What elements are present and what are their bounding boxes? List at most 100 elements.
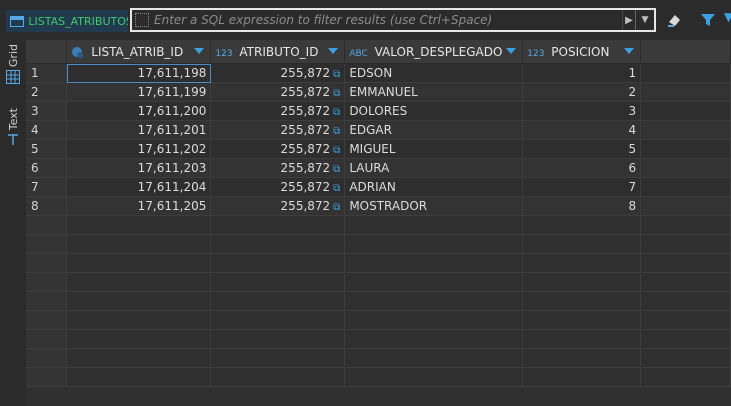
cell-valor-desplegado[interactable]: EDSON (344, 63, 524, 83)
empty-cell (210, 348, 346, 368)
cell-posicion[interactable]: 6 (522, 158, 642, 178)
empty-cell (344, 367, 524, 387)
cell-lista-atrib-id[interactable]: 17,611,200 (66, 101, 212, 121)
eraser-icon[interactable] (666, 12, 682, 28)
cell-valor-desplegado[interactable]: LAURA (344, 158, 524, 178)
more-arrow-icon[interactable]: ▼ (724, 10, 731, 24)
funnel-icon[interactable] (700, 12, 716, 28)
cell-valor-desplegado[interactable]: MIGUEL (344, 139, 524, 159)
cell-lista-atrib-id[interactable]: 17,611,199 (66, 82, 212, 102)
grid-label: Grid (6, 44, 20, 68)
cell-posicion[interactable]: 2 (522, 82, 642, 102)
row-number[interactable]: 6 (26, 158, 68, 178)
table-row[interactable]: 7 17,611,204 255,872 ⧉ ADRIAN 7 (26, 177, 731, 197)
open-reference-icon[interactable]: ⧉ (333, 202, 340, 213)
sort-icon[interactable] (194, 48, 205, 54)
cell-posicion[interactable]: 7 (522, 177, 642, 197)
open-reference-icon[interactable]: ⧉ (333, 69, 340, 80)
table-row[interactable]: 1 17,611,198 255,872 ⧉ EDSON 1 (26, 63, 731, 83)
cell-atributo-id[interactable]: 255,872 ⧉ (210, 177, 346, 197)
cell-atributo-id[interactable]: 255,872 ⧉ (210, 196, 346, 216)
empty-cell (66, 348, 212, 368)
row-number[interactable]: 2 (26, 82, 68, 102)
column-header-atributo-id[interactable]: 123 ATRIBUTO_ID (210, 40, 346, 64)
cell-lista-atrib-id[interactable]: 17,611,205 (66, 196, 212, 216)
table-row[interactable]: 6 17,611,203 255,872 ⧉ LAURA 6 (26, 158, 731, 178)
row-number[interactable]: 8 (26, 196, 68, 216)
row-number[interactable]: 4 (26, 120, 68, 140)
row-number[interactable]: 7 (26, 177, 68, 197)
open-reference-icon[interactable]: ⧉ (333, 183, 340, 194)
cell-lista-atrib-id[interactable]: 17,611,201 (66, 120, 212, 140)
row-number[interactable]: 5 (26, 139, 68, 159)
tab-grid[interactable]: Grid (3, 44, 23, 85)
cell-lista-atrib-id-value: 17,611,205 (137, 199, 207, 213)
empty-row (26, 310, 731, 330)
open-reference-icon[interactable]: ⧉ (333, 126, 340, 137)
sort-icon[interactable] (328, 48, 339, 54)
sort-icon[interactable] (506, 48, 517, 54)
open-reference-icon[interactable]: ⧉ (333, 107, 340, 118)
toolbar: LISTAS_ATRIBUTOS Enter a SQL expression … (0, 0, 731, 40)
empty-cell (522, 215, 642, 235)
cell-posicion-value: 7 (628, 180, 637, 194)
cell-atributo-id[interactable]: 255,872 ⧉ (210, 101, 346, 121)
cell-valor-desplegado[interactable]: ADRIAN (344, 177, 524, 197)
tab-text[interactable]: Text (3, 108, 23, 147)
filter-expand-icon[interactable] (135, 13, 149, 27)
column-name: LISTA_ATRIB_ID (91, 44, 184, 59)
cell-atributo-id[interactable]: 255,872 ⧉ (210, 82, 346, 102)
table-tab[interactable]: LISTAS_ATRIBUTOS (6, 10, 128, 32)
filter-history-button[interactable]: ▼ (635, 10, 654, 30)
cell-valor-desplegado[interactable]: DOLORES (344, 101, 524, 121)
cell-posicion[interactable]: 4 (522, 120, 642, 140)
cell-posicion[interactable]: 1 (522, 63, 642, 83)
open-reference-icon[interactable]: ⧉ (333, 88, 340, 99)
sort-icon[interactable] (624, 48, 635, 54)
cell-atributo-id[interactable]: 255,872 ⧉ (210, 63, 346, 83)
cell-valor-desplegado[interactable]: EDGAR (344, 120, 524, 140)
cell-atributo-id[interactable]: 255,872 ⧉ (210, 120, 346, 140)
table-row[interactable]: 5 17,611,202 255,872 ⧉ MIGUEL 5 (26, 139, 731, 159)
column-header-posicion[interactable]: 123 POSICION (522, 40, 642, 64)
cell-lista-atrib-id[interactable]: 17,611,198 (66, 63, 212, 83)
cell-atributo-id[interactable]: 255,872 ⧉ (210, 158, 346, 178)
cell-atributo-id[interactable]: 255,872 ⧉ (210, 139, 346, 159)
cell-posicion[interactable]: 3 (522, 101, 642, 121)
cell-posicion[interactable]: 5 (522, 139, 642, 159)
cell-posicion[interactable]: 8 (522, 196, 642, 216)
filler-cell (640, 82, 731, 102)
cell-posicion-value: 4 (628, 123, 637, 137)
column-header-valor-desplegado[interactable]: ABC VALOR_DESPLEGADO (344, 40, 524, 64)
table-row[interactable]: 2 17,611,199 255,872 ⧉ EMMANUEL 2 (26, 82, 731, 102)
empty-row (26, 253, 731, 273)
cell-lista-atrib-id[interactable]: 17,611,203 (66, 158, 212, 178)
cell-valor-desplegado[interactable]: MOSTRADOR (344, 196, 524, 216)
table-row[interactable]: 3 17,611,200 255,872 ⧉ DOLORES 3 (26, 101, 731, 121)
row-number[interactable]: 1 (26, 63, 68, 83)
apply-filter-button[interactable]: ▶ (622, 10, 635, 30)
header-row: LISTA_ATRIB_ID 123 ATRIBUTO_ID ABC VALOR… (26, 40, 731, 64)
table-row[interactable]: 4 17,611,201 255,872 ⧉ EDGAR 4 (26, 120, 731, 140)
table-row[interactable]: 8 17,611,205 255,872 ⧉ MOSTRADOR 8 (26, 196, 731, 216)
empty-cell (344, 329, 524, 349)
filter-input[interactable]: Enter a SQL expression to filter results… (130, 8, 656, 32)
view-switcher: Grid Text (0, 40, 26, 406)
cell-lista-atrib-id-value: 17,611,198 (137, 66, 207, 80)
cell-lista-atrib-id-value: 17,611,203 (137, 161, 207, 175)
row-number[interactable]: 3 (26, 101, 68, 121)
empty-cell (522, 310, 642, 330)
empty-cell (344, 253, 524, 273)
open-reference-icon[interactable]: ⧉ (333, 145, 340, 156)
results-grid: LISTA_ATRIB_ID 123 ATRIBUTO_ID ABC VALOR… (26, 40, 731, 406)
cell-valor-desplegado-value: DOLORES (349, 104, 408, 118)
empty-cell (344, 348, 524, 368)
cell-valor-desplegado[interactable]: EMMANUEL (344, 82, 524, 102)
column-header-lista-atrib-id[interactable]: LISTA_ATRIB_ID (66, 40, 212, 64)
row-number-value: 5 (31, 142, 39, 156)
corner-header (26, 40, 68, 64)
cell-lista-atrib-id[interactable]: 17,611,202 (66, 139, 212, 159)
open-reference-icon[interactable]: ⧉ (333, 164, 340, 175)
cell-lista-atrib-id[interactable]: 17,611,204 (66, 177, 212, 197)
empty-cell (66, 291, 212, 311)
